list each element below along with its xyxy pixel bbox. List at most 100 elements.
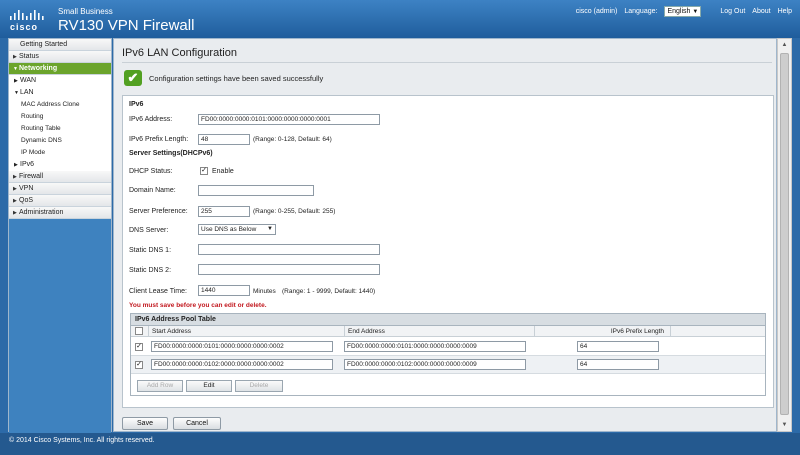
sidebar-item-label: WAN	[20, 77, 37, 84]
dns-server-label: DNS Server:	[129, 227, 169, 234]
chevron-down-icon: ▼	[692, 8, 699, 15]
scroll-down-icon[interactable]: ▼	[778, 419, 791, 431]
sidebar-item-label: VPN	[19, 185, 34, 192]
about-link[interactable]: About	[752, 8, 770, 15]
lease-time-label: Client Lease Time:	[129, 288, 187, 295]
table-row: ✓ FD00:0000:0000:0101:0000:0000:0000:000…	[131, 338, 765, 356]
ipv6-address-pool-table: IPv6 Address Pool Table Start Address En…	[130, 313, 766, 396]
dhcp-enable-label: Enable	[212, 168, 234, 175]
row-end-address-input[interactable]: FD00:0000:0000:0102:0000:0000:0000:0009	[344, 359, 526, 370]
save-warning: You must save before you can edit or del…	[129, 302, 267, 309]
help-link[interactable]: Help	[778, 8, 792, 15]
column-header-start-address: Start Address	[149, 326, 345, 337]
page-title: IPv6 LAN Configuration	[122, 47, 237, 59]
header-links: cisco (admin) Language: English ▼ Log Ou…	[576, 6, 792, 17]
column-header-end-address: End Address	[345, 326, 535, 337]
copyright-text: © 2014 Cisco Systems, Inc. All rights re…	[9, 437, 155, 444]
dhcp-enable-checkbox[interactable]: ✓	[200, 167, 208, 175]
user-label: cisco (admin)	[575, 8, 618, 15]
select-all-cell	[131, 326, 149, 337]
row-checkbox[interactable]: ✓	[135, 361, 143, 369]
select-all-checkbox[interactable]	[135, 327, 143, 335]
language-label: Language:	[624, 8, 658, 15]
static-dns1-input[interactable]	[198, 244, 380, 255]
top-header: cisco Small Business RV130 VPN Firewall …	[0, 0, 800, 38]
sidebar-item-label: Firewall	[19, 173, 44, 180]
row-start-address-input[interactable]: FD00:0000:0000:0102:0000:0000:0000:0002	[151, 359, 333, 370]
lease-time-hint: (Range: 1 - 9999, Default: 1440)	[282, 288, 376, 295]
sidebar-item-vpn[interactable]: ▶ VPN	[9, 183, 111, 195]
language-value: English	[667, 8, 691, 15]
cancel-button[interactable]: Cancel	[173, 417, 221, 430]
static-dns2-input[interactable]	[198, 264, 380, 275]
footer: © 2014 Cisco Systems, Inc. All rights re…	[0, 433, 800, 455]
server-preference-hint: (Range: 0-255, Default: 255)	[253, 208, 336, 215]
sidebar-item-label: QoS	[19, 197, 34, 204]
ipv6-prefix-hint: (Range: 0-128, Default: 64)	[253, 136, 332, 143]
row-start-address-input[interactable]: FD00:0000:0000:0101:0000:0000:0000:0002	[151, 341, 333, 352]
lease-time-input[interactable]: 1440	[198, 285, 250, 296]
chevron-down-icon: ▼	[267, 226, 273, 232]
lease-time-unit: Minutes	[253, 288, 276, 295]
add-row-button[interactable]: Add Row	[137, 380, 183, 392]
static-dns1-label: Static DNS 1:	[129, 247, 172, 254]
logout-link[interactable]: Log Out	[720, 8, 745, 15]
sidebar-item-administration[interactable]: ▶ Administration	[9, 207, 111, 219]
ipv6-address-input[interactable]: FD00:0000:0000:0101:0000:0000:0000:0001	[198, 114, 380, 125]
sidebar-item-routing-table[interactable]: Routing Table	[9, 123, 111, 135]
success-banner: ✔ Configuration settings have been saved…	[124, 70, 323, 86]
dns-server-value: Use DNS as Below	[201, 226, 257, 233]
main-content: IPv6 LAN Configuration ✔ Configuration s…	[113, 38, 777, 432]
sidebar-item-mac-address-clone[interactable]: MAC Address Clone	[9, 99, 111, 111]
row-prefix-input[interactable]: 64	[577, 341, 659, 352]
sidebar-item-qos[interactable]: ▶ QoS	[9, 195, 111, 207]
server-preference-label: Server Preference:	[129, 208, 188, 215]
server-preference-input[interactable]: 255	[198, 206, 250, 217]
sidebar-item-wan[interactable]: ▶ WAN	[9, 75, 111, 87]
sidebar-item-status[interactable]: ▶ Status	[9, 51, 111, 63]
sidebar-item-dynamic-dns[interactable]: Dynamic DNS	[9, 135, 111, 147]
scroll-up-icon[interactable]: ▲	[778, 39, 791, 51]
dns-server-select[interactable]: Use DNS as Below ▼	[198, 224, 276, 235]
dhcp-status-label: DHCP Status:	[129, 168, 173, 175]
title-divider	[122, 62, 772, 63]
table-row: ✓ FD00:0000:0000:0102:0000:0000:0000:000…	[131, 356, 765, 374]
row-end-address-input[interactable]: FD00:0000:0000:0101:0000:0000:0000:0009	[344, 341, 526, 352]
sidebar-item-lan[interactable]: ▼LAN	[9, 87, 111, 99]
sidebar-item-firewall[interactable]: ▶ Firewall	[9, 171, 111, 183]
section-title-dhcpv6: Server Settings(DHCPv6)	[129, 150, 213, 157]
product-name: RV130 VPN Firewall	[58, 17, 195, 34]
sidebar-item-networking[interactable]: ▼Networking	[9, 63, 111, 75]
config-panel: IPv6 IPv6 Address: FD00:0000:0000:0101:0…	[122, 95, 774, 408]
brand-subtitle: Small Business	[58, 7, 113, 16]
row-prefix-input[interactable]: 64	[577, 359, 659, 370]
sidebar-item-ipv6[interactable]: ▶ IPv6	[9, 159, 111, 171]
sidebar-item-label: Administration	[19, 209, 64, 216]
sidebar-background	[9, 219, 111, 447]
save-button[interactable]: Save	[122, 417, 168, 430]
ipv6-prefix-label: IPv6 Prefix Length:	[129, 136, 189, 143]
edit-button[interactable]: Edit	[186, 380, 232, 392]
sidebar-item-label: IPv6	[20, 161, 35, 168]
sidebar-item-ip-mode[interactable]: IP Mode	[9, 147, 111, 159]
pool-table-title: IPv6 Address Pool Table	[131, 314, 765, 326]
success-message: Configuration settings have been saved s…	[149, 73, 324, 83]
ipv6-address-label: IPv6 Address:	[129, 116, 173, 123]
section-title-ipv6: IPv6	[129, 101, 144, 108]
sidebar-item-routing[interactable]: Routing	[9, 111, 111, 123]
table-header: Start Address End Address IPv6 Prefix Le…	[131, 326, 765, 337]
sidebar-nav: Getting Started ▶ Status ▼Networking ▶ WAN…	[8, 38, 112, 447]
scrollbar-thumb[interactable]	[780, 53, 789, 415]
row-checkbox[interactable]: ✓	[135, 343, 143, 351]
language-select[interactable]: English ▼	[664, 6, 702, 17]
sidebar-item-label: LAN	[20, 89, 34, 96]
ipv6-prefix-input[interactable]: 48	[198, 134, 250, 145]
delete-button[interactable]: Delete	[235, 380, 283, 392]
logo-wordmark: cisco	[10, 22, 39, 32]
sidebar-item-label: Status	[19, 53, 39, 60]
vertical-scrollbar[interactable]: ▲ ▼	[777, 38, 792, 432]
domain-name-label: Domain Name:	[129, 187, 176, 194]
sidebar-item-getting-started[interactable]: Getting Started	[9, 39, 111, 51]
domain-name-input[interactable]	[198, 185, 314, 196]
checkmark-icon: ✔	[124, 70, 142, 86]
